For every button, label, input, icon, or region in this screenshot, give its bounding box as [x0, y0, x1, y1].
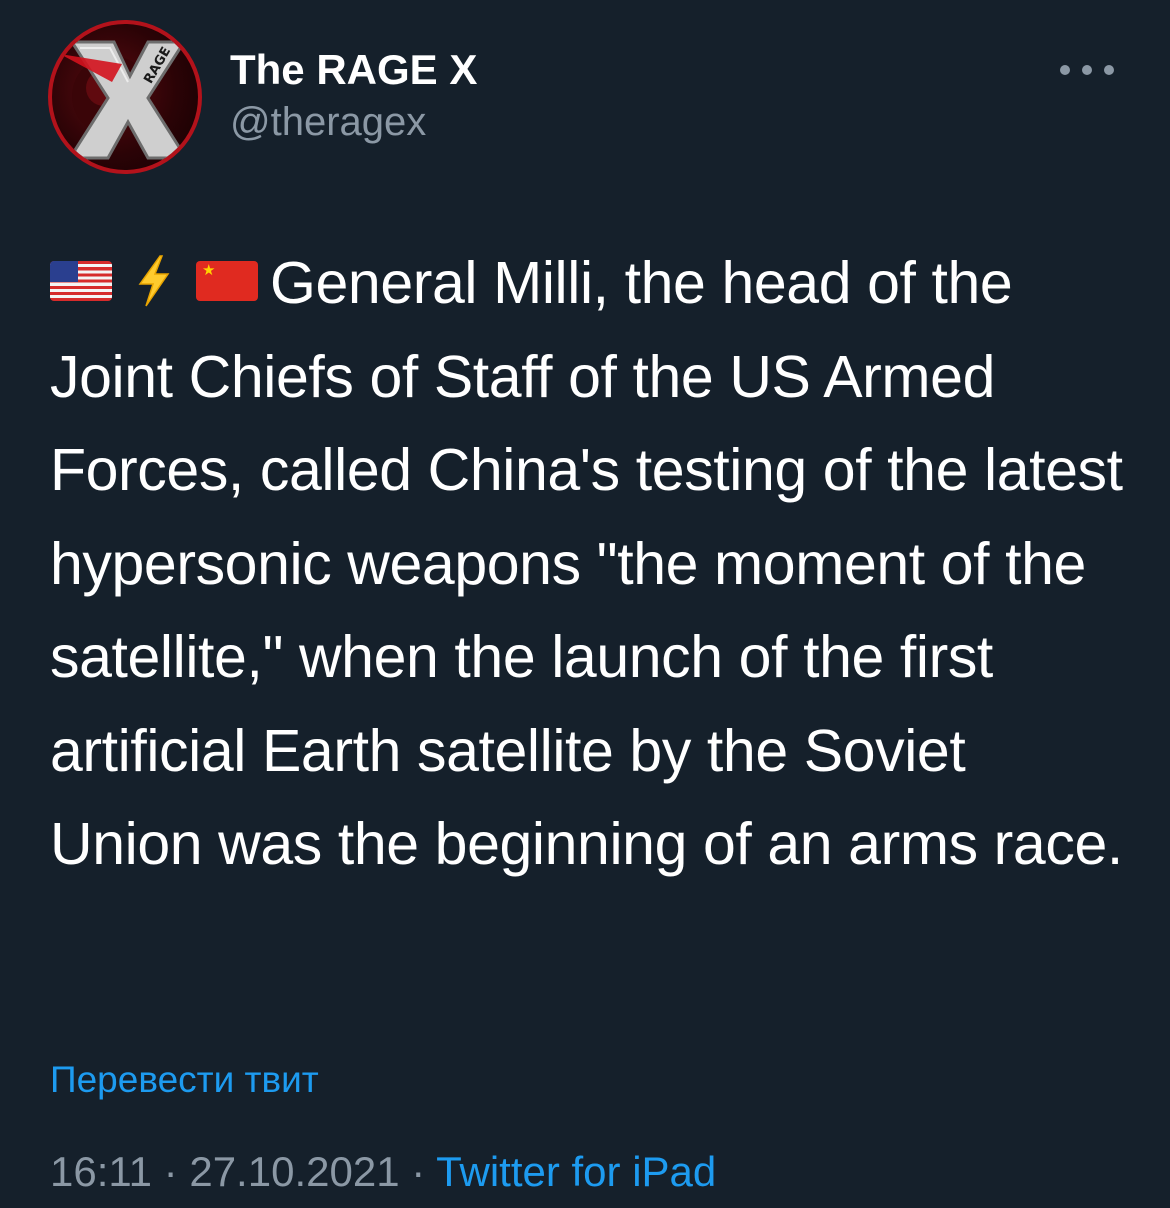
tweet-date[interactable]: 27.10.2021: [189, 1148, 399, 1195]
tweet-header: RAGE The RAGE X @theragex: [48, 20, 1122, 176]
emoji-group: ★: [50, 254, 258, 308]
meta-separator: ·: [411, 1148, 426, 1195]
tweet-time[interactable]: 16:11: [50, 1148, 152, 1195]
meta-separator: ·: [163, 1148, 178, 1195]
tweet-text: ★ General Milli, the head of the Joint C…: [50, 237, 1130, 892]
user-handle[interactable]: @theragex: [230, 96, 477, 148]
lightning-icon: [138, 255, 170, 307]
more-options-button[interactable]: [1060, 60, 1114, 80]
avatar[interactable]: RAGE: [48, 20, 202, 174]
more-dot-icon: [1060, 65, 1070, 75]
tweet-text-content: General Milli, the head of the Joint Chi…: [50, 250, 1123, 877]
translate-tweet-link[interactable]: Перевести твит: [50, 1057, 319, 1103]
author-block[interactable]: The RAGE X @theragex: [230, 44, 477, 148]
tweet-meta: 16:11 · 27.10.2021 · Twitter for iPad: [50, 1146, 716, 1198]
tweet-source-link[interactable]: Twitter for iPad: [436, 1148, 716, 1195]
china-flag-icon: ★: [196, 261, 258, 302]
more-dot-icon: [1082, 65, 1092, 75]
more-dot-icon: [1104, 65, 1114, 75]
display-name[interactable]: The RAGE X: [230, 44, 477, 96]
rage-x-logo: [60, 40, 189, 160]
us-flag-icon: [50, 261, 112, 302]
